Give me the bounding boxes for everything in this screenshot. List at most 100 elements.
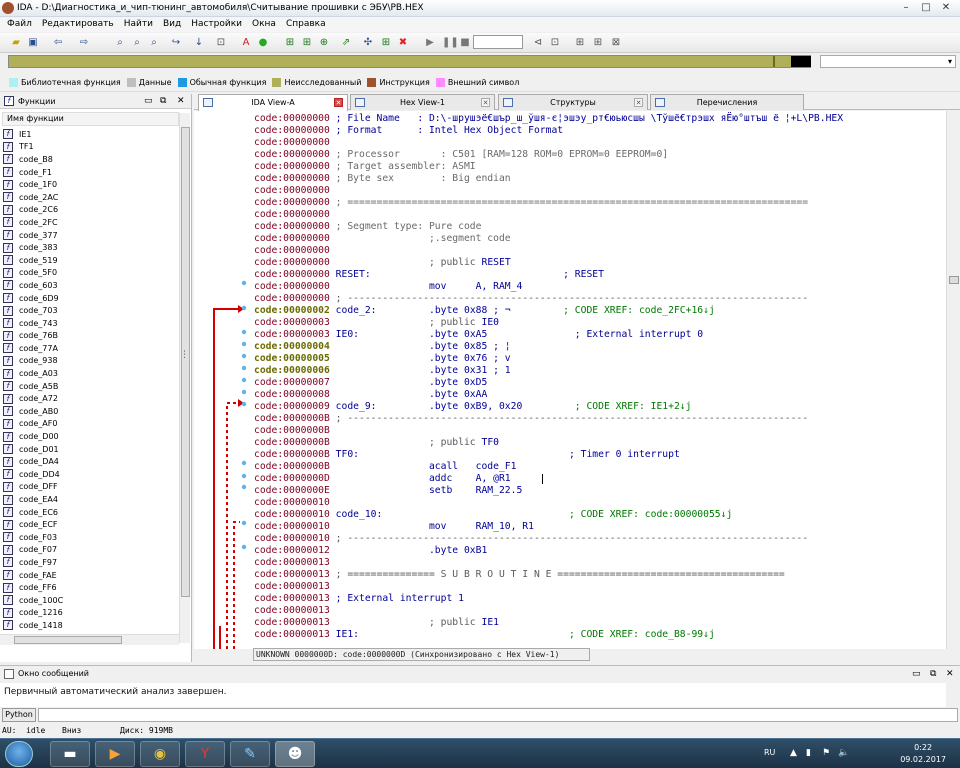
- start-button[interactable]: [5, 741, 33, 767]
- function-list-item[interactable]: f code_EA4: [3, 493, 179, 506]
- detach-icon[interactable]: ⊠: [610, 37, 622, 49]
- function-list-item[interactable]: f code_DD4: [3, 468, 179, 481]
- process-icon[interactable]: ⊞: [592, 37, 604, 49]
- forward-arrow-icon[interactable]: ⇨: [78, 37, 90, 49]
- function-list-item[interactable]: f code_1216: [3, 607, 179, 620]
- panel-restore-icon[interactable]: ▭: [912, 666, 921, 682]
- save-icon[interactable]: ▣: [27, 37, 39, 49]
- function-list-item[interactable]: f code_383: [3, 241, 179, 254]
- open-folder-icon[interactable]: ▰: [10, 37, 22, 49]
- function-list-item[interactable]: f code_D00: [3, 430, 179, 443]
- function-list-item[interactable]: f code_EC6: [3, 506, 179, 519]
- python-button[interactable]: Python: [2, 708, 36, 722]
- delete-x-icon[interactable]: ✖: [397, 37, 409, 49]
- function-list-item[interactable]: f code_F03: [3, 531, 179, 544]
- function-list-item[interactable]: f code_D01: [3, 443, 179, 456]
- function-list-item[interactable]: f code_AF0: [3, 418, 179, 431]
- disassembly-line[interactable]: code:00000000 ; Segment type: Pure code: [254, 221, 944, 233]
- disassembly-line[interactable]: code:00000000: [254, 209, 944, 221]
- green-circle-icon[interactable]: ●: [257, 37, 269, 49]
- function-list-item[interactable]: f code_F1: [3, 166, 179, 179]
- media-player-icon[interactable]: ▶: [95, 741, 135, 767]
- search-text-icon[interactable]: ⌕: [114, 37, 126, 49]
- disassembly-line[interactable]: code:00000000: [254, 137, 944, 149]
- menu-view[interactable]: Вид: [158, 17, 186, 32]
- disassembly-line[interactable]: code:0000000B acall code_F1: [254, 461, 944, 473]
- minimize-button[interactable]: –: [896, 1, 916, 15]
- disassembly-line[interactable]: code:00000000 mov A, RAM_4: [254, 281, 944, 293]
- menu-search[interactable]: Найти: [119, 17, 158, 32]
- expand-icon[interactable]: ✣: [362, 37, 374, 49]
- scrollbar-thumb[interactable]: [14, 636, 122, 644]
- function-list-item[interactable]: f code_2FC: [3, 216, 179, 229]
- function-list-item[interactable]: f code_77A: [3, 342, 179, 355]
- disassembly-line[interactable]: code:00000000 ; Processor : C501 [RAM=12…: [254, 149, 944, 161]
- function-list-item[interactable]: f code_76B: [3, 330, 179, 343]
- python-command-input[interactable]: [38, 708, 958, 722]
- jump-down-icon[interactable]: ↓: [193, 37, 205, 49]
- network-icon[interactable]: ▮: [806, 748, 811, 758]
- add-function-icon[interactable]: ⊞: [284, 37, 296, 49]
- arrow-icon[interactable]: ⇗: [340, 37, 352, 49]
- disassembly-line[interactable]: code:00000013: [254, 557, 944, 569]
- function-list-item[interactable]: f code_100C: [3, 594, 179, 607]
- search-immediate-icon[interactable]: ⌕: [148, 37, 160, 49]
- stop-icon[interactable]: ■: [459, 37, 471, 49]
- yandex-browser-icon[interactable]: Y: [185, 741, 225, 767]
- pause-icon[interactable]: ❚❚: [442, 37, 459, 49]
- edit-icon[interactable]: ⊞: [380, 37, 392, 49]
- menu-file[interactable]: Файл: [2, 17, 37, 32]
- tab-close-icon[interactable]: ✕: [334, 98, 343, 107]
- function-list-item[interactable]: f code_743: [3, 317, 179, 330]
- function-list-item[interactable]: f code_FF6: [3, 581, 179, 594]
- functions-horizontal-scrollbar[interactable]: [0, 634, 179, 645]
- search-binary-icon[interactable]: ⌕: [131, 37, 143, 49]
- chrome-icon[interactable]: ◉: [140, 741, 180, 767]
- tab-close-icon[interactable]: ✕: [481, 98, 490, 107]
- tab-close-icon[interactable]: ✕: [634, 98, 643, 107]
- graph-icon[interactable]: ⊡: [215, 37, 227, 49]
- navigation-bar[interactable]: [8, 55, 811, 68]
- disassembly-line[interactable]: code:00000000: [254, 245, 944, 257]
- disassembly-line[interactable]: code:00000005 .byte 0x76 ; v: [254, 353, 944, 365]
- tab-structures[interactable]: Структуры ✕: [498, 94, 648, 110]
- disassembly-line[interactable]: code:00000000: [254, 185, 944, 197]
- explorer-icon[interactable]: ▬: [50, 741, 90, 767]
- disassembly-line[interactable]: code:0000000B TF0: ; Timer 0 interrupt: [254, 449, 944, 461]
- disassembly-line[interactable]: code:00000002 code_2: .byte 0x88 ; ¬ ; C…: [254, 305, 944, 317]
- function-list-item[interactable]: f code_ECF: [3, 518, 179, 531]
- disassembly-line[interactable]: code:00000013 ; =============== S U B R …: [254, 569, 944, 581]
- function-list-item[interactable]: f code_F07: [3, 544, 179, 557]
- disassembly-line[interactable]: code:0000000E setb RAM_22.5: [254, 485, 944, 497]
- function-list-item[interactable]: f code_5F0: [3, 267, 179, 280]
- panel-float-icon[interactable]: ⧉: [930, 666, 936, 682]
- function-list-item[interactable]: f code_938: [3, 355, 179, 368]
- function-list-item[interactable]: f code_B8: [3, 153, 179, 166]
- function-list-item[interactable]: f TF1: [3, 141, 179, 154]
- disassembly-line[interactable]: code:00000000 RESET: ; RESET: [254, 269, 944, 281]
- functions-vertical-scrollbar[interactable]: [179, 113, 190, 643]
- function-list-item[interactable]: f code_DA4: [3, 455, 179, 468]
- disassembly-line[interactable]: code:00000010: [254, 497, 944, 509]
- disassembly-line[interactable]: code:00000012 .byte 0xB1: [254, 545, 944, 557]
- disassembly-line[interactable]: code:00000010 mov RAM_10, R1: [254, 521, 944, 533]
- disassembly-line[interactable]: code:00000013: [254, 605, 944, 617]
- disassembly-line[interactable]: code:00000004 .byte 0x85 ; ¦: [254, 341, 944, 353]
- function-list-item[interactable]: f code_1418: [3, 619, 179, 632]
- function-list-item[interactable]: f code_703: [3, 304, 179, 317]
- function-list-item[interactable]: f IE1: [3, 128, 179, 141]
- back-arrow-icon[interactable]: ⇦: [52, 37, 64, 49]
- disassembly-line[interactable]: code:00000008 .byte 0xAA: [254, 389, 944, 401]
- text-a-icon[interactable]: A: [240, 37, 252, 49]
- disassembly-line[interactable]: code:0000000D addc A, @R1: [254, 473, 944, 485]
- disassembly-line[interactable]: code:00000003 IE0: .byte 0xA5 ; External…: [254, 329, 944, 341]
- disassembly-line[interactable]: code:00000010 ; ------------------------…: [254, 533, 944, 545]
- tab-enums[interactable]: Перечисления: [650, 94, 804, 110]
- disassembly-line[interactable]: code:00000000 ;.segment code: [254, 233, 944, 245]
- debugger-select[interactable]: [473, 35, 523, 49]
- panel-close-icon[interactable]: ✕: [177, 94, 185, 109]
- breakpoint-icon[interactable]: ⊲: [532, 37, 544, 49]
- scrollbar-thumb[interactable]: [949, 276, 959, 284]
- play-icon[interactable]: ▶: [424, 37, 436, 49]
- menu-options[interactable]: Настройки: [186, 17, 247, 32]
